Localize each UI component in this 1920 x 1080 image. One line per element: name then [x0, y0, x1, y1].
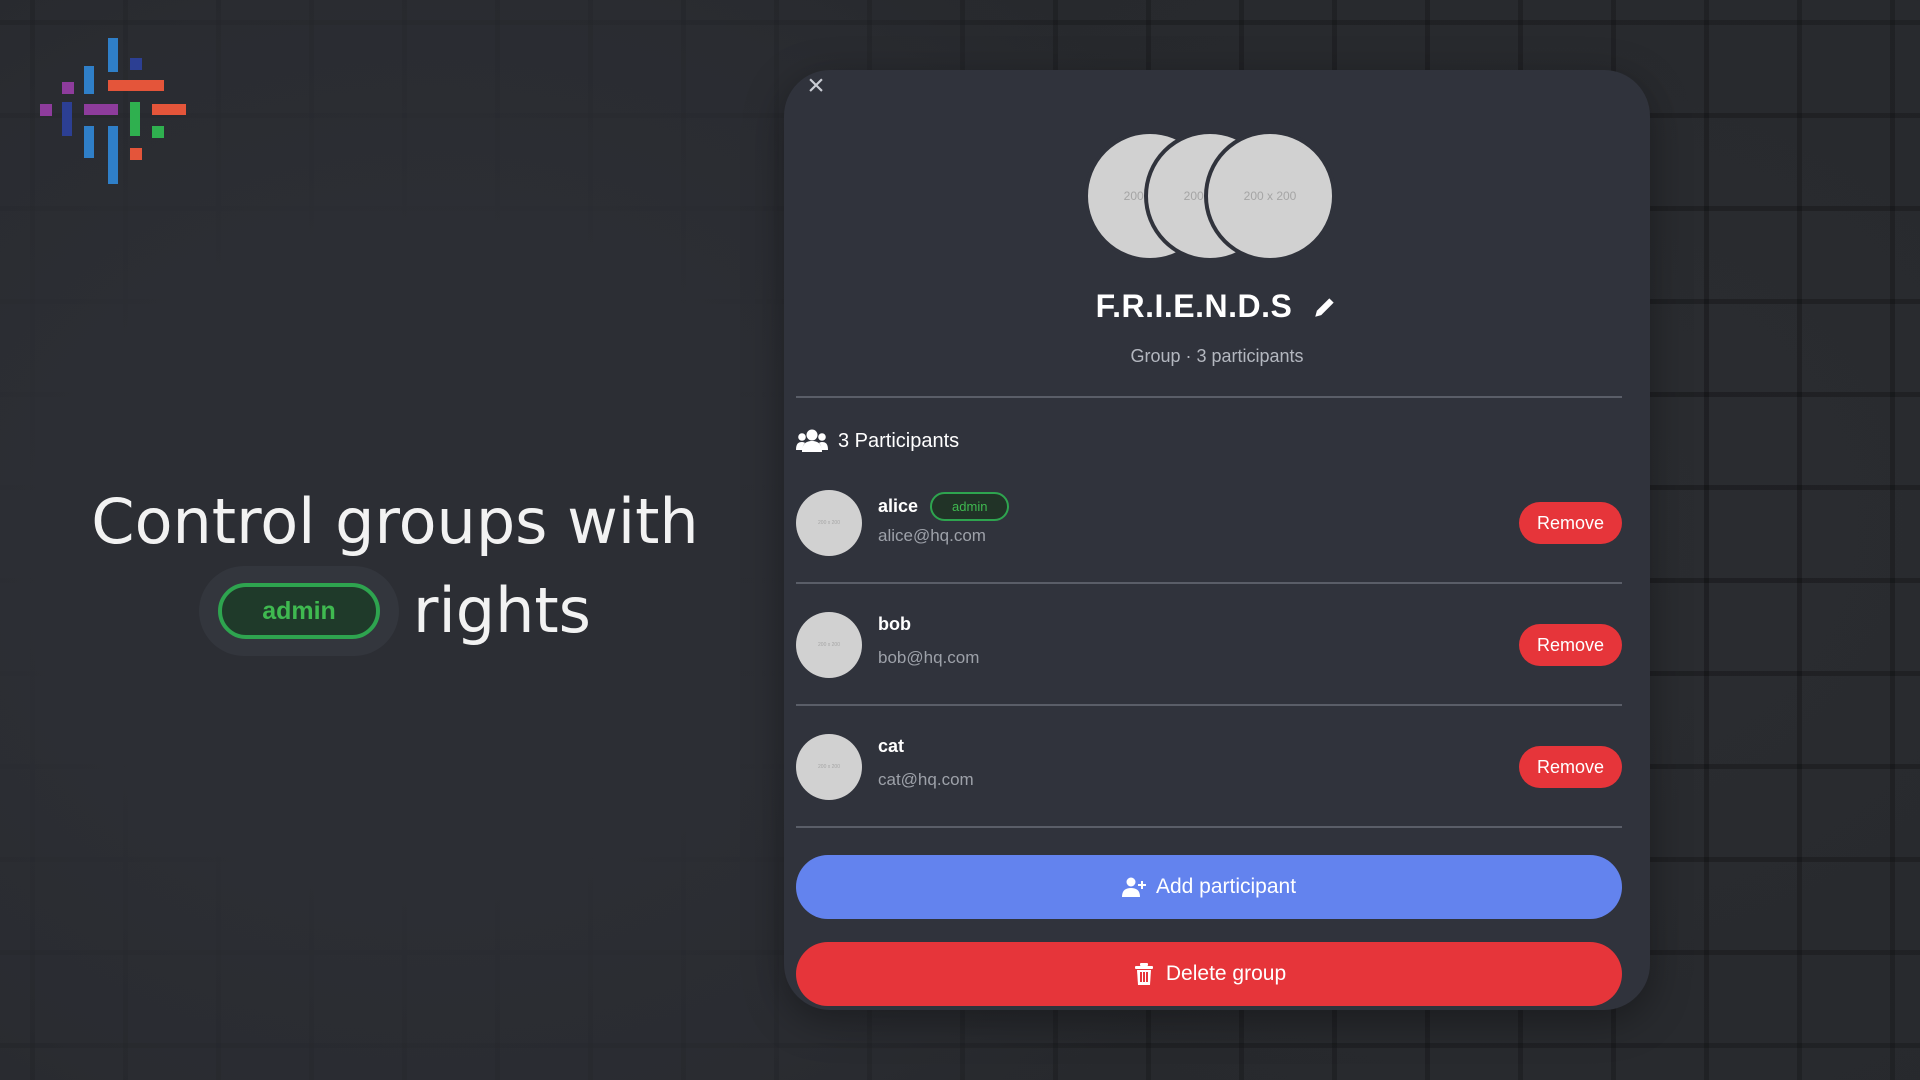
headline-line1: Control groups with [91, 485, 699, 558]
headline-rights: rights [413, 574, 591, 647]
avatar: 200 x 200 [796, 490, 862, 556]
group-avatar-3: 200 x 200 [1204, 130, 1336, 262]
delete-group-label: Delete group [1165, 962, 1287, 985]
participant-name: cat [878, 736, 905, 756]
divider [796, 704, 1622, 706]
participant-row: 200 x 200 bob bob@hq.com Remove [796, 588, 1622, 708]
headline: Control groups with admin rights [60, 478, 730, 656]
admin-badge: admin [930, 492, 1010, 521]
participant-name-line: alice admin [878, 492, 1010, 521]
remove-button[interactable]: Remove [1519, 746, 1622, 788]
add-participant-button[interactable]: Add participant [796, 855, 1622, 919]
avatar: 200 x 200 [796, 734, 862, 800]
participant-row: 200 x 200 cat cat@hq.com Remove [796, 710, 1622, 830]
close-icon[interactable]: × [800, 70, 832, 102]
remove-button[interactable]: Remove [1519, 502, 1622, 544]
group-info-modal: × 200 x 200 200 x 200 200 x 200 F.R.I.E.… [784, 70, 1650, 1010]
participant-name-line: cat [878, 736, 904, 757]
brand-logo [40, 36, 190, 186]
delete-group-button[interactable]: Delete group [796, 942, 1622, 1006]
users-icon [796, 429, 828, 452]
group-name: F.R.I.E.N.D.S [1095, 288, 1293, 324]
admin-pill: admin [218, 583, 380, 639]
divider [796, 582, 1622, 584]
avatar-placeholder-text: 200 x 200 [818, 764, 840, 770]
participant-name: alice [878, 496, 919, 516]
group-title: F.R.I.E.N.D.S [784, 288, 1650, 325]
user-plus-icon [1121, 877, 1146, 897]
admin-pill-frame: admin [199, 566, 399, 656]
trash-icon [1134, 963, 1153, 985]
avatar-placeholder-text: 200 x 200 [1243, 189, 1297, 203]
participants-heading: 3 Participants [796, 428, 959, 454]
group-avatars: 200 x 200 200 x 200 200 x 200 [1084, 130, 1344, 262]
avatar-placeholder-text: 200 x 200 [818, 520, 840, 526]
divider [796, 396, 1622, 398]
participant-row: 200 x 200 alice admin alice@hq.com Remov… [796, 466, 1622, 586]
participant-email: alice@hq.com [878, 526, 986, 545]
add-participant-label: Add participant [1155, 875, 1297, 898]
participant-email: cat@hq.com [878, 770, 974, 789]
avatar-placeholder-text: 200 x 200 [818, 642, 840, 648]
participants-heading-label: 3 Participants [838, 429, 960, 452]
avatar: 200 x 200 [796, 612, 862, 678]
remove-button[interactable]: Remove [1519, 624, 1622, 666]
participant-name-line: bob [878, 614, 911, 635]
divider [796, 826, 1622, 828]
headline-line2: admin rights [60, 566, 730, 656]
participant-name: bob [878, 614, 911, 634]
group-meta: Group · 3 participants [1130, 346, 1304, 366]
participant-email: bob@hq.com [878, 648, 980, 667]
pencil-icon[interactable] [1312, 294, 1338, 320]
